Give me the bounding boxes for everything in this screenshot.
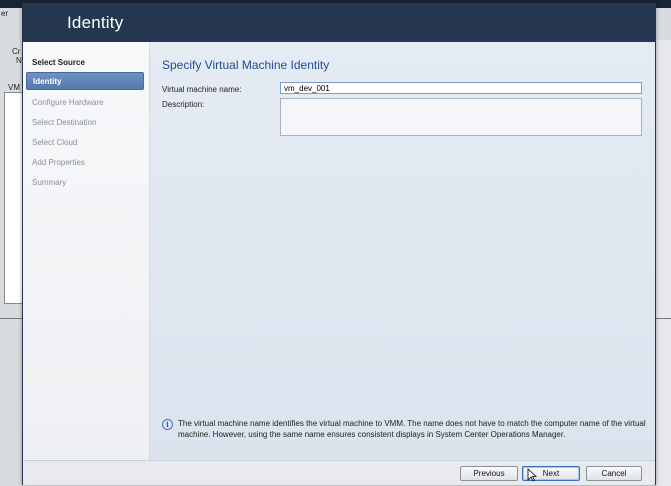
background-text-fragment: VM (8, 83, 20, 92)
background-text-fragment: N (16, 56, 22, 65)
info-icon: i (162, 419, 173, 430)
background-divider (654, 318, 671, 319)
page-heading: Specify Virtual Machine Identity (162, 58, 330, 72)
previous-button[interactable]: Previous (460, 466, 518, 481)
description-textarea[interactable] (280, 98, 642, 136)
nav-step-add-properties[interactable]: Add Properties (26, 154, 144, 172)
vm-name-input[interactable] (280, 82, 642, 94)
wizard-title: Identity (67, 13, 124, 32)
nav-step-select-cloud[interactable]: Select Cloud (26, 134, 144, 152)
vm-name-label: Virtual machine name: (162, 85, 242, 94)
description-label: Description: (162, 100, 205, 109)
nav-step-select-destination[interactable]: Select Destination (26, 114, 144, 132)
nav-step-summary[interactable]: Summary (26, 174, 144, 192)
wizard-header: Identity (23, 4, 655, 42)
background-text-fragment: Cr (12, 47, 21, 56)
background-text-fragment: er (1, 9, 9, 18)
nav-step-identity[interactable]: Identity (26, 72, 144, 90)
wizard-step-navigation: Select Source Identity Configure Hardwar… (23, 42, 150, 460)
nav-step-select-source[interactable]: Select Source (26, 54, 144, 72)
wizard-content-panel: Specify Virtual Machine Identity Virtual… (150, 42, 655, 460)
mouse-cursor-icon (527, 468, 537, 482)
cancel-button[interactable]: Cancel (586, 466, 642, 481)
info-message: The virtual machine name identifies the … (178, 419, 646, 439)
create-vm-wizard-dialog: Identity Select Source Identity Configur… (22, 3, 656, 485)
background-divider (0, 318, 24, 319)
wizard-footer: Previous Next Cancel (23, 460, 655, 485)
background-right-pane (654, 40, 671, 486)
nav-step-configure-hardware[interactable]: Configure Hardware (26, 94, 144, 112)
